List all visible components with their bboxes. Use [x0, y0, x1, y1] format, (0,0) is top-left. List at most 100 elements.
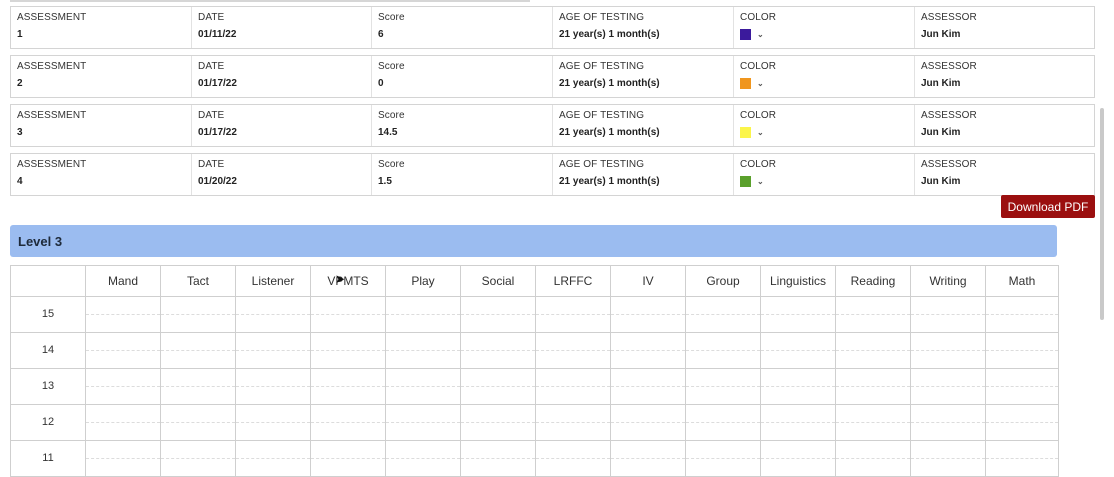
grid-score-cell[interactable]	[611, 297, 686, 332]
grid-score-cell[interactable]	[161, 369, 236, 404]
grid-score-cell[interactable]	[86, 297, 161, 332]
grid-score-cell[interactable]	[236, 405, 311, 440]
vertical-scrollbar[interactable]	[1100, 108, 1104, 320]
grid-score-cell[interactable]	[386, 333, 461, 368]
grid-score-cell[interactable]	[686, 441, 761, 476]
grid-score-cell[interactable]	[311, 297, 386, 332]
color-swatch[interactable]	[740, 29, 751, 40]
grid-score-cell[interactable]	[386, 297, 461, 332]
color-swatch[interactable]	[740, 176, 751, 187]
grid-score-cell[interactable]	[461, 405, 536, 440]
grid-score-cell[interactable]	[611, 333, 686, 368]
color-picker[interactable]: ⌄	[740, 78, 908, 91]
grid-score-cell[interactable]	[761, 405, 836, 440]
grid-score-cell[interactable]	[86, 333, 161, 368]
grid-score-cell[interactable]	[686, 333, 761, 368]
grid-score-cell[interactable]	[161, 297, 236, 332]
grid-score-cell[interactable]	[536, 297, 611, 332]
grid-score-cell[interactable]	[836, 333, 911, 368]
color-swatch[interactable]	[740, 127, 751, 138]
score-cell: Score 14.5	[372, 105, 553, 146]
half-score-divider	[836, 314, 910, 315]
grid-score-cell[interactable]	[911, 441, 986, 476]
assessment-row[interactable]: ASSESSMENT 1 DATE 01/11/22 Score 6 AGE O…	[10, 6, 1095, 49]
grid-score-cell[interactable]	[236, 441, 311, 476]
color-picker[interactable]: ⌄	[740, 127, 908, 140]
half-score-divider	[386, 458, 460, 459]
half-score-divider	[986, 350, 1058, 351]
chevron-down-icon[interactable]: ⌄	[757, 177, 764, 186]
half-score-divider	[836, 422, 910, 423]
half-score-divider	[311, 350, 385, 351]
chevron-down-icon[interactable]: ⌄	[757, 79, 764, 88]
score-cell: Score 0	[372, 56, 553, 97]
grid-score-cell[interactable]	[386, 441, 461, 476]
assessment-row[interactable]: ASSESSMENT 4 DATE 01/20/22 Score 1.5 AGE…	[10, 153, 1095, 196]
grid-score-cell[interactable]	[86, 441, 161, 476]
grid-score-cell[interactable]	[911, 369, 986, 404]
age-label: AGE OF TESTING	[559, 110, 645, 121]
half-score-divider	[761, 458, 835, 459]
grid-score-cell[interactable]	[986, 441, 1058, 476]
grid-score-cell[interactable]	[536, 405, 611, 440]
column-header-math: Math	[1008, 274, 1036, 288]
grid-score-cell[interactable]	[236, 369, 311, 404]
grid-score-cell[interactable]	[761, 441, 836, 476]
grid-score-cell[interactable]	[986, 369, 1058, 404]
age-value: 21 year(s) 1 month(s)	[559, 127, 660, 138]
grid-score-cell[interactable]	[386, 405, 461, 440]
grid-score-cell[interactable]	[836, 405, 911, 440]
grid-score-cell[interactable]	[161, 333, 236, 368]
grid-score-cell[interactable]	[311, 333, 386, 368]
grid-score-cell[interactable]	[686, 297, 761, 332]
chevron-down-icon[interactable]: ⌄	[757, 30, 764, 39]
color-swatch[interactable]	[740, 78, 751, 89]
grid-score-cell[interactable]	[161, 441, 236, 476]
grid-score-cell[interactable]	[311, 405, 386, 440]
half-score-divider	[161, 350, 235, 351]
grid-score-cell[interactable]	[86, 369, 161, 404]
grid-score-cell[interactable]	[986, 333, 1058, 368]
grid-score-cell[interactable]	[761, 297, 836, 332]
grid-score-cell[interactable]	[386, 369, 461, 404]
grid-score-cell[interactable]	[536, 441, 611, 476]
color-picker[interactable]: ⌄	[740, 176, 908, 189]
grid-score-cell[interactable]	[611, 369, 686, 404]
chevron-down-icon[interactable]: ⌄	[757, 128, 764, 137]
half-score-divider	[686, 422, 760, 423]
grid-score-cell[interactable]	[236, 333, 311, 368]
grid-score-cell[interactable]	[86, 405, 161, 440]
assessment-label: ASSESSMENT	[17, 110, 87, 121]
grid-score-cell[interactable]	[986, 297, 1058, 332]
grid-score-cell[interactable]	[911, 297, 986, 332]
grid-score-cell[interactable]	[311, 441, 386, 476]
grid-score-cell[interactable]	[911, 405, 986, 440]
grid-score-cell[interactable]	[611, 405, 686, 440]
assessment-row[interactable]: ASSESSMENT 2 DATE 01/17/22 Score 0 AGE O…	[10, 55, 1095, 98]
grid-score-cell[interactable]	[686, 369, 761, 404]
grid-score-cell[interactable]	[836, 441, 911, 476]
color-picker[interactable]: ⌄	[740, 29, 908, 42]
grid-score-cell[interactable]	[836, 297, 911, 332]
grid-score-cell[interactable]	[761, 369, 836, 404]
level-header: Level 3	[10, 225, 1057, 257]
grid-score-cell[interactable]	[536, 333, 611, 368]
grid-score-cell[interactable]	[611, 441, 686, 476]
grid-header-row: Mand Tact Listener VPMTS Play Social LRF…	[11, 266, 1058, 297]
grid-score-cell[interactable]	[836, 369, 911, 404]
grid-score-cell[interactable]	[461, 333, 536, 368]
assessment-row[interactable]: ASSESSMENT 3 DATE 01/17/22 Score 14.5 AG…	[10, 104, 1095, 147]
grid-score-cell[interactable]	[461, 297, 536, 332]
grid-score-cell[interactable]	[236, 297, 311, 332]
grid-score-cell[interactable]	[986, 405, 1058, 440]
grid-score-cell[interactable]	[461, 369, 536, 404]
half-score-divider	[761, 386, 835, 387]
grid-score-cell[interactable]	[761, 333, 836, 368]
download-pdf-button[interactable]: Download PDF	[1001, 195, 1095, 218]
grid-score-cell[interactable]	[536, 369, 611, 404]
grid-score-cell[interactable]	[461, 441, 536, 476]
grid-score-cell[interactable]	[911, 333, 986, 368]
grid-score-cell[interactable]	[311, 369, 386, 404]
grid-score-cell[interactable]	[686, 405, 761, 440]
grid-score-cell[interactable]	[161, 405, 236, 440]
